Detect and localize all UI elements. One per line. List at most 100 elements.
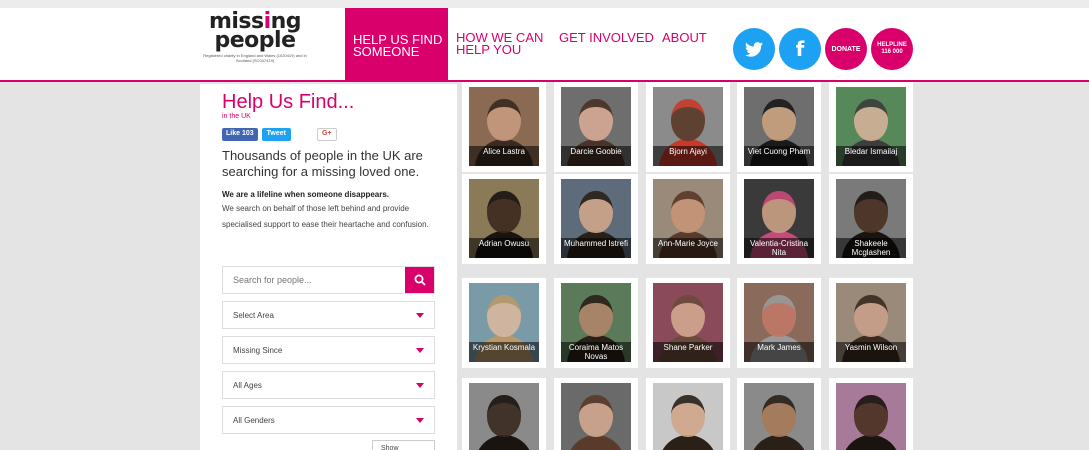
person-card[interactable]: Yasmin Wilson bbox=[829, 278, 913, 368]
photo-face bbox=[487, 295, 521, 337]
person-name: Krystian Kosmala bbox=[469, 342, 539, 362]
search-panel: Help Us Find... in the UK Like 103 Tweet… bbox=[200, 84, 457, 450]
site-header: missing people Registered charity in Eng… bbox=[0, 8, 1089, 82]
person-card[interactable]: Ann-Marie Joyce bbox=[646, 174, 730, 264]
site-logo[interactable]: missing people Registered charity in Eng… bbox=[195, 11, 315, 80]
person-card[interactable]: Krystian Kosmala bbox=[462, 278, 546, 368]
nav-get-involved[interactable]: GET INVOLVED bbox=[559, 31, 654, 44]
person-photo: Shane Parker bbox=[653, 283, 723, 362]
lifeline-text: We are a lifeline when someone disappear… bbox=[222, 190, 390, 199]
person-card[interactable] bbox=[462, 378, 546, 450]
person-name: Coraima Matos Novas bbox=[561, 342, 631, 362]
person-photo: Krystian Kosmala bbox=[469, 283, 539, 362]
person-card[interactable] bbox=[554, 378, 638, 450]
donate-button[interactable]: DONATE bbox=[825, 28, 867, 70]
photo-shoulders bbox=[842, 435, 900, 450]
person-photo: Bledar Ismailaj bbox=[836, 87, 906, 166]
chevron-down-icon bbox=[416, 418, 424, 423]
person-card[interactable]: Bjorn Ajayi bbox=[646, 82, 730, 172]
person-card[interactable]: Shane Parker bbox=[646, 278, 730, 368]
person-card[interactable]: Valentia-Cristina Nita bbox=[737, 174, 821, 264]
select-genders[interactable]: All Genders bbox=[222, 406, 435, 434]
person-card[interactable]: Mark James bbox=[737, 278, 821, 368]
photo-face bbox=[762, 295, 796, 337]
photo-face bbox=[854, 295, 888, 337]
photo-face bbox=[487, 99, 521, 141]
person-photo: Alice Lastra bbox=[469, 87, 539, 166]
person-name: Viet Cuong Pham bbox=[744, 146, 814, 166]
photo-shoulders bbox=[567, 435, 625, 450]
photo-face bbox=[854, 99, 888, 141]
person-photo bbox=[744, 383, 814, 450]
search-button[interactable] bbox=[405, 267, 434, 293]
photo-face bbox=[854, 191, 888, 233]
person-card[interactable]: Shakeele Mcglashen bbox=[829, 174, 913, 264]
person-name: Muhammed Istrefi bbox=[561, 238, 631, 258]
photo-face bbox=[671, 395, 705, 437]
nav-help-us-find-someone[interactable]: HELP US FIND SOMEONE bbox=[345, 8, 448, 82]
select-label: All Genders bbox=[233, 416, 275, 425]
twitter-button[interactable] bbox=[733, 28, 775, 70]
person-card[interactable]: Viet Cuong Pham bbox=[737, 82, 821, 172]
person-name: Valentia-Cristina Nita bbox=[744, 238, 814, 258]
description-text: We search on behalf of those left behind… bbox=[222, 204, 429, 229]
page-subtitle: in the UK bbox=[222, 113, 251, 120]
person-card[interactable]: Bledar Ismailaj bbox=[829, 82, 913, 172]
select-label: All Ages bbox=[233, 381, 262, 390]
nav-about[interactable]: ABOUT bbox=[662, 31, 707, 44]
person-photo bbox=[469, 383, 539, 450]
photo-face bbox=[579, 295, 613, 337]
photo-face bbox=[487, 395, 521, 437]
select-label: Missing Since bbox=[233, 346, 283, 355]
helpline-number: 116 000 bbox=[881, 49, 903, 55]
photo-face bbox=[579, 395, 613, 437]
photo-face bbox=[487, 191, 521, 233]
select-label: Select Area bbox=[233, 311, 274, 320]
chevron-down-icon bbox=[416, 348, 424, 353]
person-photo: Yasmin Wilson bbox=[836, 283, 906, 362]
facebook-like-button[interactable]: Like 103 bbox=[222, 128, 258, 141]
page-title: Help Us Find... bbox=[222, 91, 355, 113]
photo-face bbox=[671, 295, 705, 337]
helpline-button[interactable]: HELPLINE 116 000 bbox=[871, 28, 913, 70]
top-strip bbox=[0, 0, 1089, 8]
person-photo: Valentia-Cristina Nita bbox=[744, 179, 814, 258]
person-card[interactable]: Darcie Goobie bbox=[554, 82, 638, 172]
select-missing-since[interactable]: Missing Since bbox=[222, 336, 435, 364]
person-name: Alice Lastra bbox=[469, 146, 539, 166]
photo-face bbox=[762, 191, 796, 233]
person-photo bbox=[836, 383, 906, 450]
person-photo bbox=[653, 383, 723, 450]
person-photo: Viet Cuong Pham bbox=[744, 87, 814, 166]
search-input[interactable] bbox=[223, 267, 405, 293]
person-name: Yasmin Wilson bbox=[836, 342, 906, 362]
person-name: Shakeele Mcglashen bbox=[836, 238, 906, 258]
photo-shoulders bbox=[659, 435, 717, 450]
person-card[interactable] bbox=[737, 378, 821, 450]
charity-registration: Registered charity in England and Wales … bbox=[203, 53, 307, 63]
chevron-down-icon bbox=[416, 313, 424, 318]
nav-how-we-can-help[interactable]: HOW WE CAN HELP YOU bbox=[456, 31, 546, 56]
person-photo: Coraima Matos Novas bbox=[561, 283, 631, 362]
person-card[interactable] bbox=[829, 378, 913, 450]
select-area[interactable]: Select Area bbox=[222, 301, 435, 329]
show-more-button[interactable]: Show bbox=[372, 440, 435, 450]
select-ages[interactable]: All Ages bbox=[222, 371, 435, 399]
person-card[interactable] bbox=[646, 378, 730, 450]
person-card[interactable]: Muhammed Istrefi bbox=[554, 174, 638, 264]
person-photo: Muhammed Istrefi bbox=[561, 179, 631, 258]
person-photo: Mark James bbox=[744, 283, 814, 362]
photo-face bbox=[762, 395, 796, 437]
person-card[interactable]: Alice Lastra bbox=[462, 82, 546, 172]
person-card[interactable]: Adrian Owusu bbox=[462, 174, 546, 264]
chevron-down-icon bbox=[416, 383, 424, 388]
person-photo: Shakeele Mcglashen bbox=[836, 179, 906, 258]
person-photo: Darcie Goobie bbox=[561, 87, 631, 166]
facebook-button[interactable]: f bbox=[779, 28, 821, 70]
photo-shoulders bbox=[475, 435, 533, 450]
tweet-button[interactable]: Tweet bbox=[261, 128, 291, 141]
photo-face bbox=[762, 99, 796, 141]
google-plus-button[interactable]: G+ bbox=[316, 128, 337, 141]
person-card[interactable]: Coraima Matos Novas bbox=[554, 278, 638, 368]
facebook-icon: f bbox=[795, 37, 805, 61]
